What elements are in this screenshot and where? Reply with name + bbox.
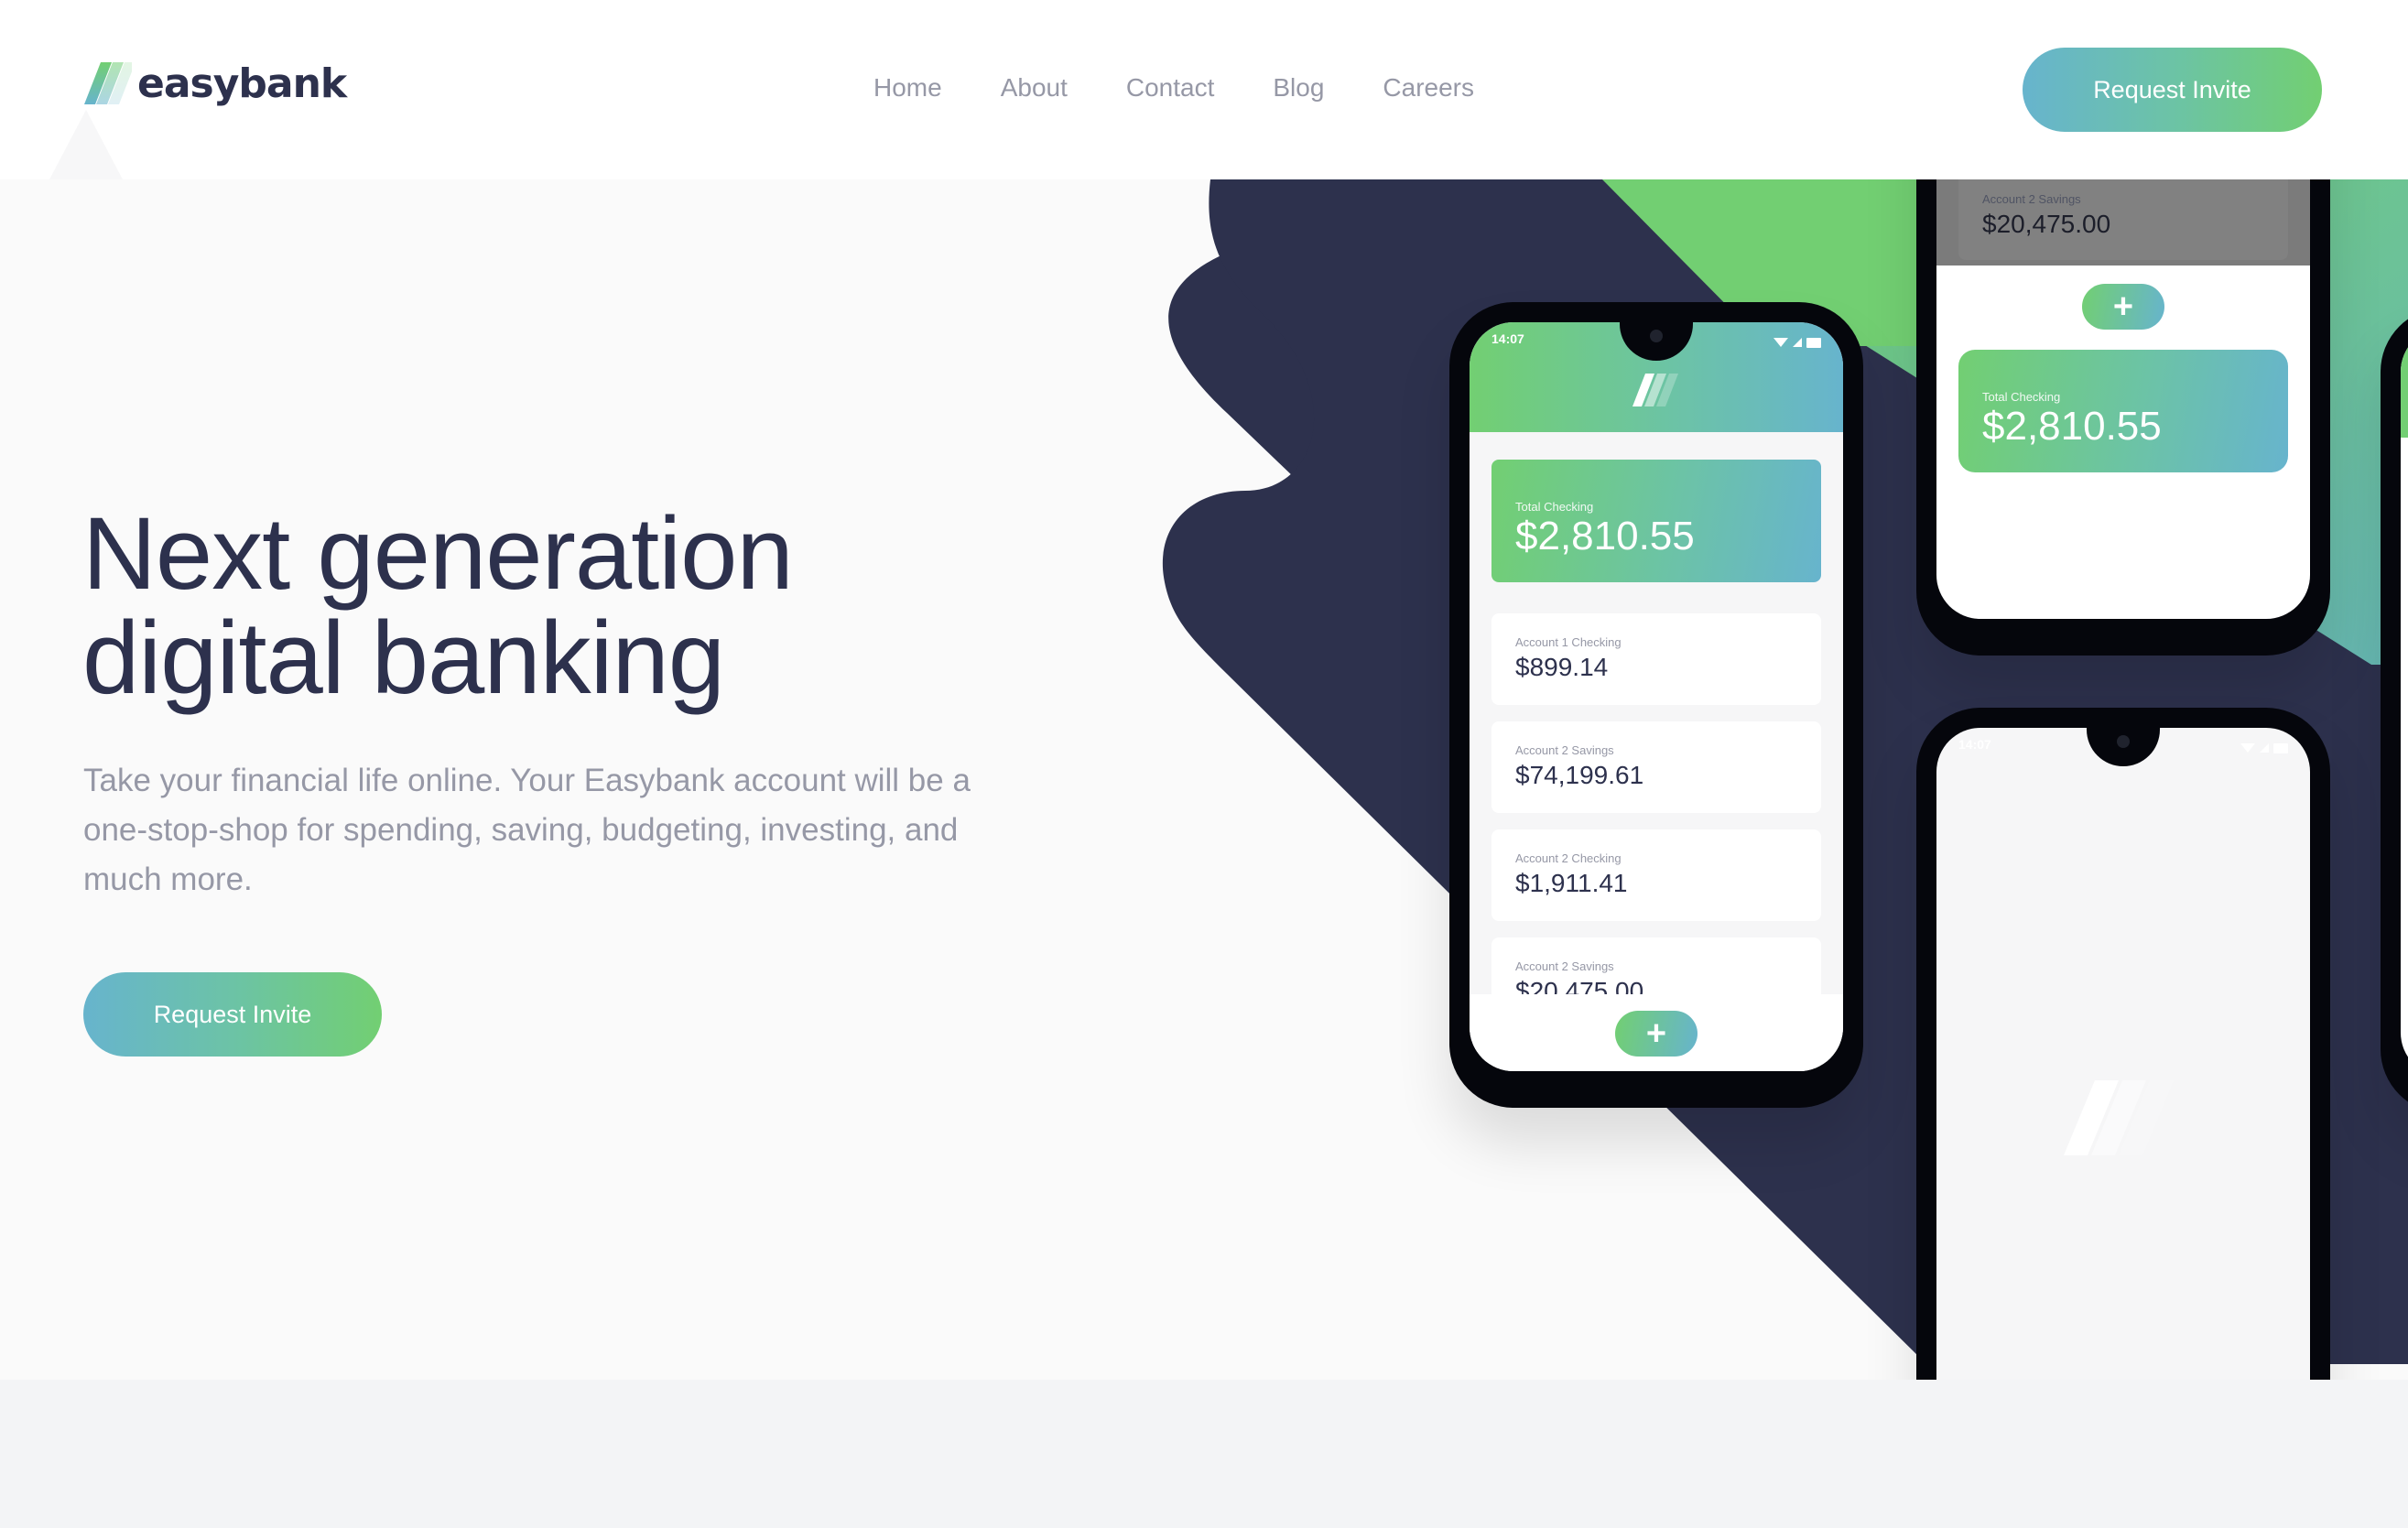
hero-description: Take your financial life online. Your Ea…	[83, 763, 971, 897]
app-footer: +	[1470, 994, 1843, 1071]
account-label: Account 1 Checking	[1515, 635, 1622, 649]
brand-name: easybank	[137, 60, 347, 107]
signal-icon	[1793, 338, 1802, 347]
phone-mockup-dashboard: 14:07 Total Checking $2,810.55 Account 1…	[1449, 302, 1863, 1108]
account-label: Account 2 Savings	[1515, 959, 1614, 973]
account-amount: $899.14	[1515, 653, 1609, 681]
account-label: Account 2 Savings	[1982, 192, 2081, 206]
battery-icon	[1806, 337, 1821, 348]
easybank-logo[interactable]: easybank	[84, 60, 347, 107]
account-amount: $20,475.00	[1982, 210, 2111, 238]
status-time: 14:07	[1958, 737, 1991, 752]
nav-link-about[interactable]: About	[1001, 73, 1068, 103]
main-nav: Home About Contact Blog Careers	[873, 73, 1474, 103]
active-indicator	[49, 110, 123, 179]
site-header: easybank Home About Contact Blog Careers…	[0, 0, 2408, 179]
phone-screen: Account 2 Checking $1,911.41 Account 2 S…	[1936, 179, 2310, 619]
account-card: Account 2 Savings $20,475.00	[1958, 179, 2288, 260]
nav-link-contact[interactable]: Contact	[1126, 73, 1215, 103]
total-checking-card: Total Checking $2,810.55	[1491, 460, 1821, 582]
easybank-logo-stripes-icon	[84, 62, 132, 104]
total-label: Total Checking	[1515, 500, 1594, 514]
dimmed-overlay: Account 2 Checking $1,911.41 Account 2 S…	[1936, 179, 2310, 266]
total-amount: $2,810.55	[1982, 404, 2162, 449]
phone-screen: 14:07	[1936, 728, 2310, 1477]
nav-link-careers[interactable]: Careers	[1383, 73, 1474, 103]
account-label: Account 2 Checking	[1515, 851, 1622, 865]
add-account-button: +	[1615, 1011, 1698, 1057]
account-label: Account 2 Savings	[1515, 743, 1614, 757]
account-amount: $74,199.61	[1515, 761, 1644, 789]
next-section-background	[0, 1380, 2408, 1528]
add-account-button: +	[2082, 284, 2164, 330]
phone-screen	[2401, 328, 2408, 1077]
account-card: Account 2 Checking $1,911.41	[1491, 829, 1821, 921]
phone-mockup-top: Account 2 Checking $1,911.41 Account 2 S…	[1916, 179, 2330, 656]
app-header	[2401, 328, 2408, 438]
plus-icon: +	[1645, 1014, 1667, 1053]
plus-icon: +	[2112, 287, 2134, 326]
header-request-invite-button[interactable]: Request Invite	[2023, 48, 2322, 132]
app-logo-icon	[1632, 374, 1678, 406]
status-bar: 14:07	[1491, 331, 1821, 353]
total-checking-card: Total Checking $2,810.55	[1958, 350, 2288, 472]
app-logo-icon	[2064, 1080, 2174, 1155]
battery-icon	[2273, 742, 2288, 753]
total-amount: $2,810.55	[1515, 514, 1695, 558]
hero-title-line2: digital banking	[82, 601, 725, 715]
hero-request-invite-button[interactable]: Request Invite	[83, 972, 382, 1057]
hero-title-line1: Next generation	[82, 496, 794, 611]
account-amount: $1,911.41	[1515, 869, 1628, 897]
phone-screen: 14:07 Total Checking $2,810.55 Account 1…	[1470, 322, 1843, 1071]
wifi-icon	[1773, 338, 1788, 347]
account-card: Account 1 Checking $899.14	[1491, 613, 1821, 705]
nav-link-home[interactable]: Home	[873, 73, 942, 103]
account-card: Account 2 Savings $74,199.61	[1491, 721, 1821, 813]
phone-mockup-edge	[2381, 308, 2408, 1113]
total-label: Total Checking	[1982, 390, 2061, 404]
status-time: 14:07	[1491, 331, 1524, 346]
hero-title: Next generation digital banking	[82, 502, 794, 710]
status-bar: 14:07	[1958, 737, 2288, 759]
nav-link-blog[interactable]: Blog	[1273, 73, 1324, 103]
wifi-icon	[2240, 743, 2255, 753]
signal-icon	[2260, 743, 2269, 753]
